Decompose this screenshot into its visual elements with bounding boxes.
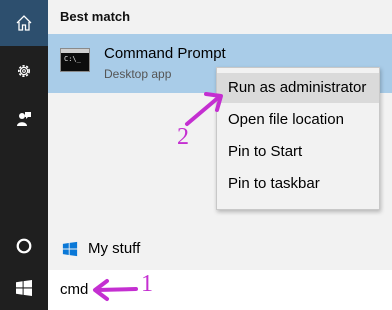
annotation-step-2: 2 <box>177 124 189 150</box>
annotation-overlay <box>93 92 223 301</box>
arrow-to-run-as-admin <box>185 92 223 126</box>
annotation-step-1: 1 <box>141 271 153 297</box>
arrow-to-search-box <box>93 279 138 301</box>
